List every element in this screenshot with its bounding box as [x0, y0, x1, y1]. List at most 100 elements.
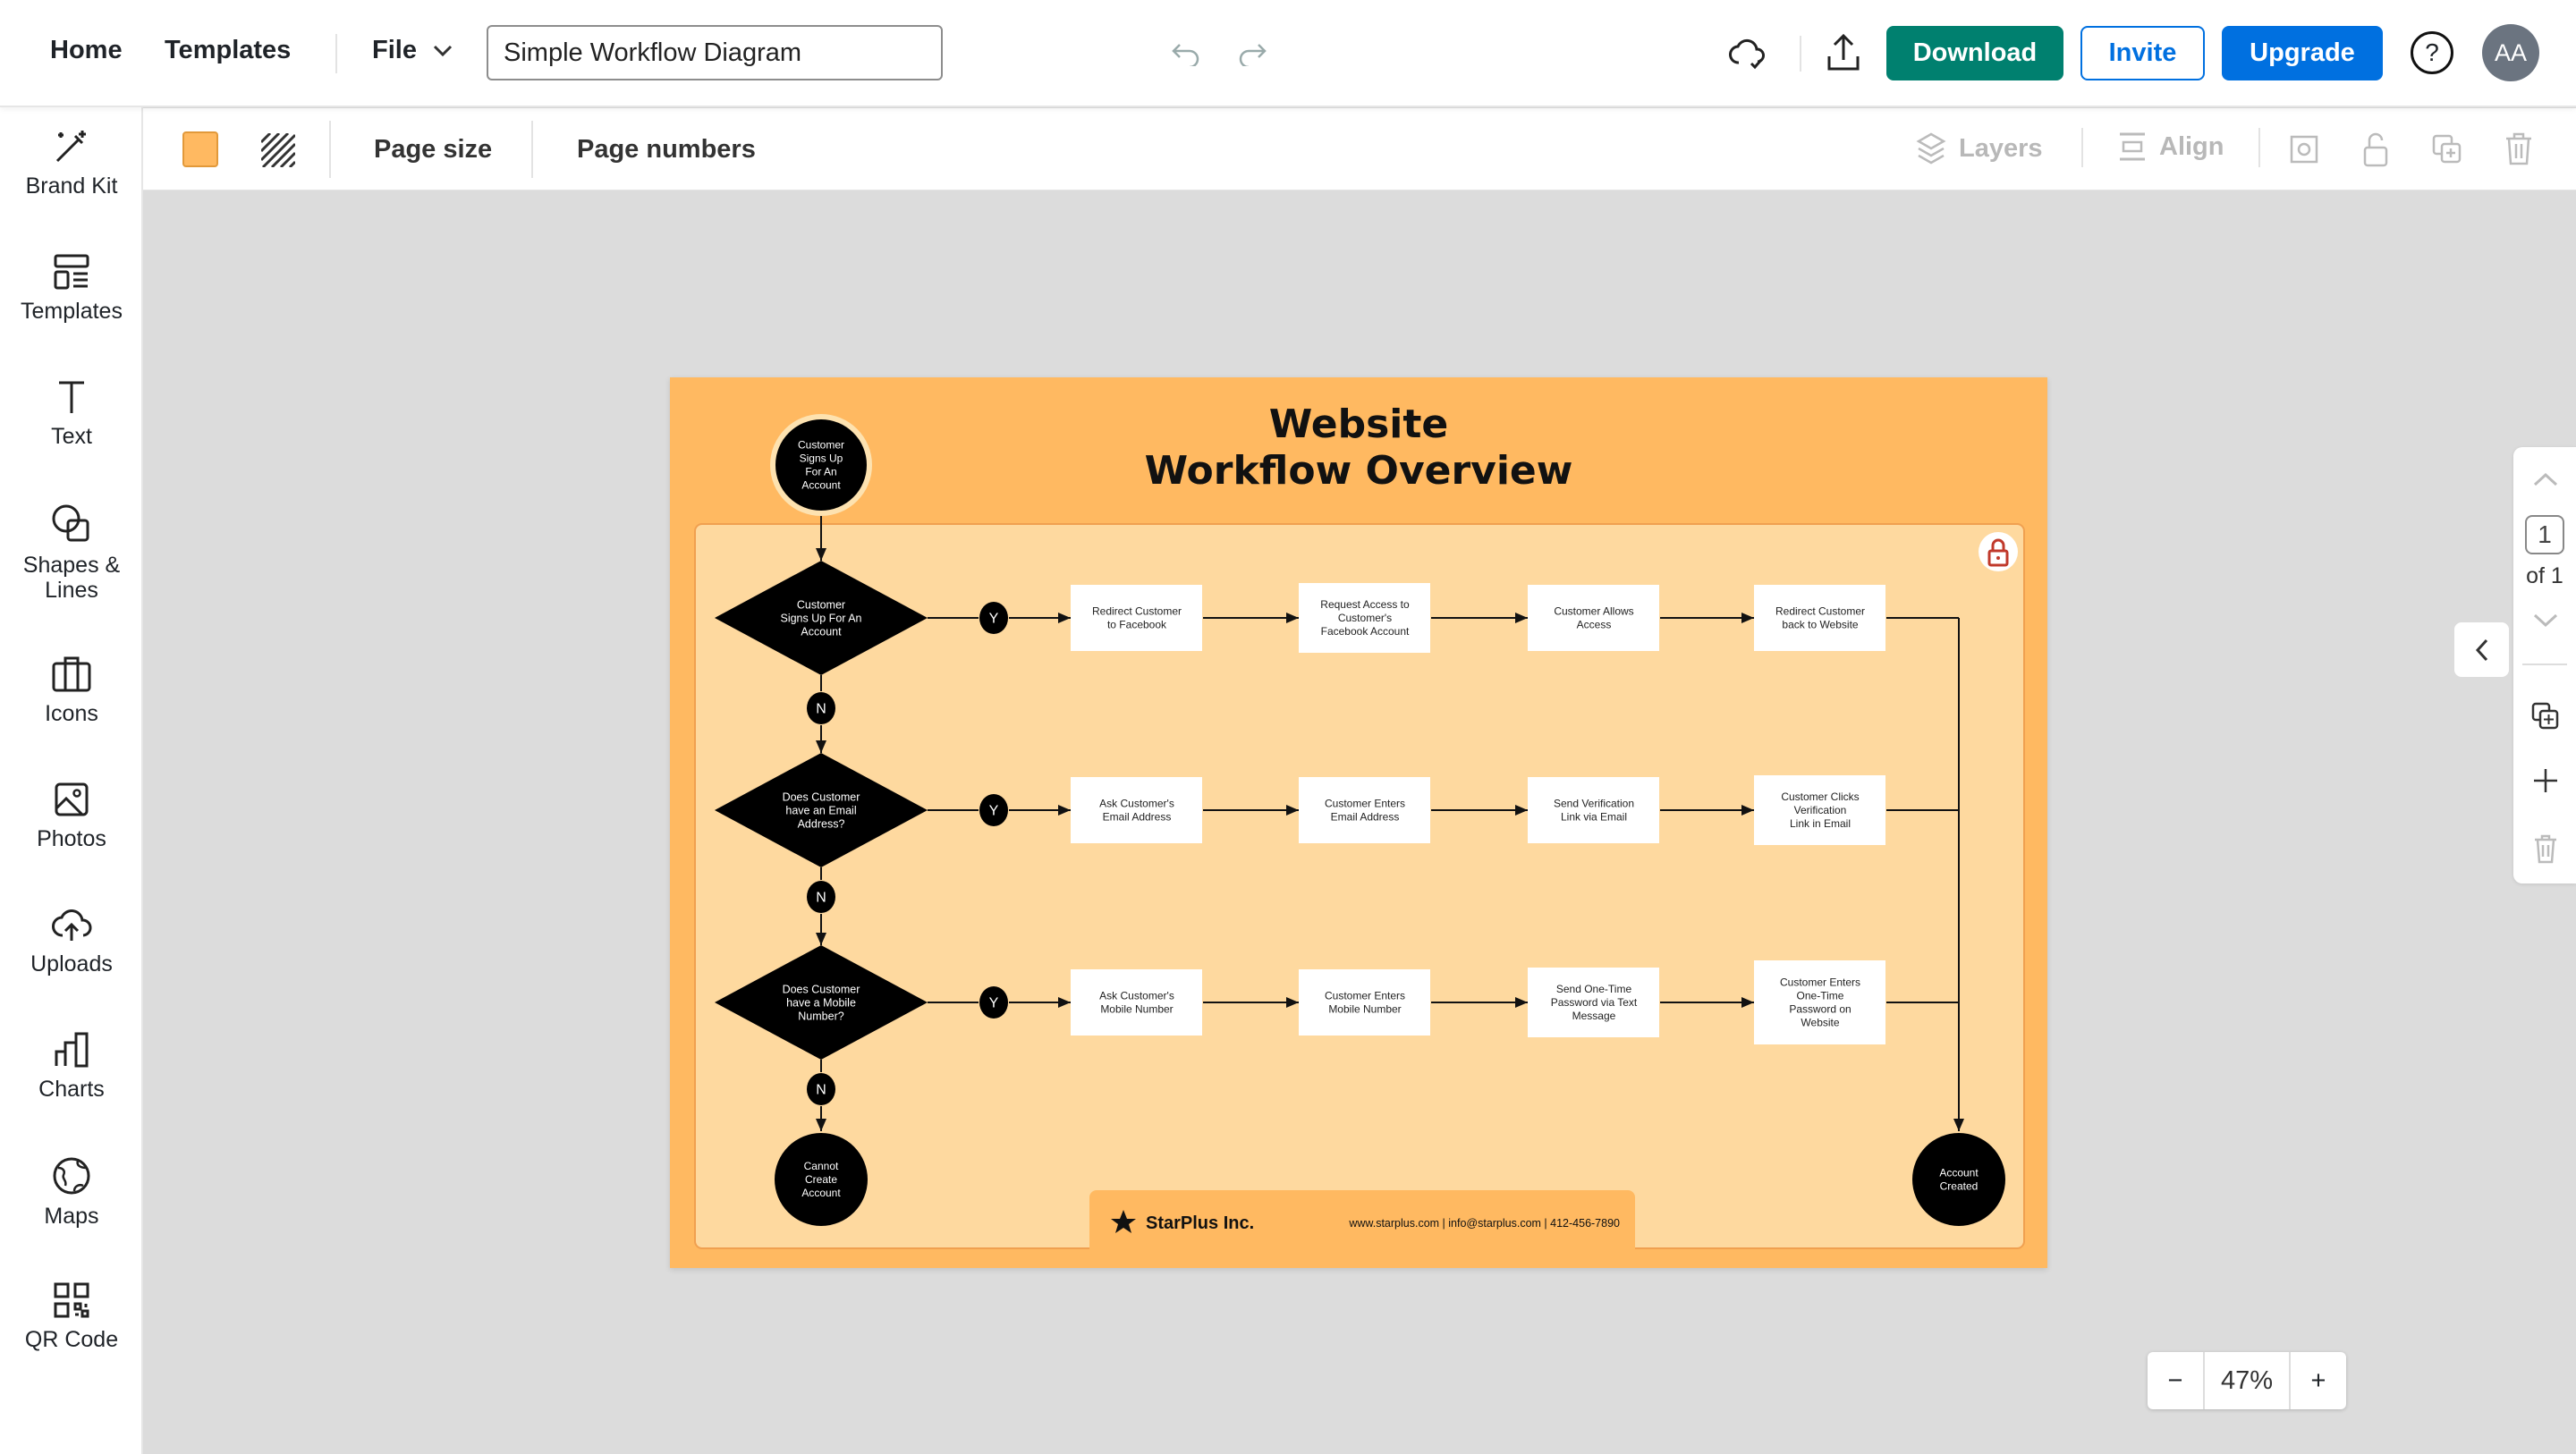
page-count: of 1: [2526, 563, 2563, 588]
templates-icon: [54, 254, 89, 290]
add-page-icon[interactable]: [2532, 767, 2559, 794]
page-size-button[interactable]: Page size: [374, 135, 492, 165]
design-page[interactable]: Website Workflow Overview Customer Signs …: [670, 377, 2047, 1268]
left-sidebar: Brand Kit Templates Text Shapes & Lines …: [0, 107, 143, 1454]
duplicate-icon[interactable]: [2431, 133, 2463, 165]
end-node-fail-label: Cannot Create Account: [801, 1160, 841, 1199]
group-icon[interactable]: [2288, 133, 2320, 165]
page-navigator: 1 of 1: [2513, 447, 2576, 883]
lock-icon[interactable]: [1979, 532, 2018, 571]
sidebar-item-label: Brand Kit: [25, 173, 118, 199]
sidebar-item-icons[interactable]: Icons: [0, 655, 143, 726]
no-label: N: [816, 702, 826, 717]
unlock-icon[interactable]: [2362, 131, 2389, 167]
chevron-down-icon[interactable]: [2533, 613, 2558, 628]
redo-icon[interactable]: [1234, 38, 1270, 70]
sidebar-item-photos[interactable]: Photos: [0, 780, 143, 851]
footer-company: StarPlus Inc.: [1146, 1213, 1254, 1233]
sidebar-item-label: QR Code: [24, 1327, 119, 1352]
page-number-input[interactable]: 1: [2525, 515, 2564, 554]
sidebar-item-qr-code[interactable]: QR Code: [0, 1281, 143, 1352]
divider: [531, 121, 533, 178]
zoom-in-button[interactable]: +: [2289, 1352, 2346, 1409]
layers-button[interactable]: Layers: [1916, 131, 2043, 165]
chevron-down-icon: [433, 45, 453, 56]
chevron-left-icon: [2475, 638, 2487, 661]
sidebar-item-label: Icons: [45, 701, 98, 726]
file-menu[interactable]: File: [372, 36, 453, 65]
process-step-label: Ask Customer's Mobile Number: [1099, 990, 1174, 1016]
zoom-control: − 47% +: [2148, 1352, 2346, 1409]
layers-label: Layers: [1959, 133, 2043, 163]
delete-page-icon[interactable]: [2533, 833, 2558, 864]
bar-chart-icon: [55, 1032, 89, 1068]
zoom-level[interactable]: 47%: [2205, 1366, 2289, 1396]
yes-label: Y: [989, 612, 999, 627]
context-toolbar: Page size Page numbers Layers Align: [143, 108, 2576, 190]
globe-icon: [53, 1157, 90, 1195]
download-button[interactable]: Download: [1886, 26, 2063, 80]
qr-code-icon: [54, 1282, 89, 1318]
sidebar-item-label: Photos: [37, 826, 106, 851]
help-icon[interactable]: ?: [2411, 31, 2453, 74]
top-bar: Home Templates File Simple Workflow Diag…: [0, 0, 2576, 107]
divider: [2258, 128, 2260, 167]
document-title-input[interactable]: Simple Workflow Diagram: [487, 25, 943, 80]
nav-home[interactable]: Home: [50, 36, 123, 65]
duplicate-page-icon[interactable]: [2531, 702, 2560, 731]
avatar[interactable]: AA: [2482, 24, 2539, 81]
process-step-label: Customer Enters Mobile Number: [1325, 990, 1405, 1016]
shapes-icon: [52, 504, 89, 542]
photo-icon: [55, 782, 89, 816]
magic-wand-icon: [55, 131, 86, 163]
text-icon: [59, 381, 84, 413]
footer-contact: www.starplus.com | info@starplus.com | 4…: [1348, 1217, 1620, 1230]
sidebar-item-label: Maps: [44, 1204, 99, 1229]
divider: [2522, 664, 2567, 665]
upgrade-button[interactable]: Upgrade: [2222, 26, 2383, 80]
nav-templates[interactable]: Templates: [165, 36, 291, 65]
divider: [329, 121, 331, 178]
layers-icon: [1916, 132, 1946, 165]
process-step-label: Customer Enters Email Address: [1325, 798, 1405, 824]
undo-icon[interactable]: [1168, 38, 1204, 70]
trash-icon[interactable]: [2504, 131, 2533, 165]
sidebar-item-label: Templates: [21, 299, 123, 324]
no-label: N: [816, 891, 826, 906]
align-button[interactable]: Align: [2118, 131, 2224, 162]
divider: [1800, 36, 1801, 72]
divider: [335, 34, 337, 73]
chevron-up-icon[interactable]: [2533, 472, 2558, 486]
share-upload-icon[interactable]: [1823, 32, 1864, 73]
sidebar-item-templates[interactable]: Templates: [0, 252, 143, 324]
sidebar-item-label: Text: [51, 424, 92, 449]
sidebar-item-maps[interactable]: Maps: [0, 1155, 143, 1229]
yes-label: Y: [989, 996, 999, 1011]
sidebar-item-uploads[interactable]: Uploads: [0, 905, 143, 976]
sidebar-item-label: Charts: [38, 1077, 105, 1102]
collapse-panel-button[interactable]: [2454, 622, 2509, 677]
align-label: Align: [2159, 131, 2224, 161]
process-step-label: Send Verification Link via Email: [1554, 798, 1634, 824]
background-color-swatch[interactable]: [182, 131, 218, 167]
sidebar-item-text[interactable]: Text: [0, 377, 143, 449]
yes-label: Y: [989, 804, 999, 819]
process-step-label: Ask Customer's Email Address: [1099, 798, 1174, 824]
sidebar-item-shapes-lines[interactable]: Shapes & Lines: [0, 503, 143, 603]
briefcase-icon: [52, 656, 91, 692]
diagram-title-line-2: Workflow Overview: [1145, 448, 1573, 494]
sidebar-item-label: Shapes & Lines: [22, 553, 121, 603]
workflow-diagram: Website Workflow Overview Customer Signs …: [694, 402, 2025, 1268]
sidebar-item-charts[interactable]: Charts: [0, 1030, 143, 1102]
cloud-saved-icon[interactable]: [1726, 34, 1769, 73]
sidebar-item-label: Uploads: [30, 951, 113, 976]
page-numbers-button[interactable]: Page numbers: [577, 135, 756, 165]
zoom-out-button[interactable]: −: [2148, 1352, 2205, 1409]
no-label: N: [816, 1083, 826, 1098]
file-menu-label: File: [372, 36, 417, 64]
sidebar-item-brand-kit[interactable]: Brand Kit: [0, 127, 143, 199]
diagram-title-line-1: Website: [1269, 402, 1448, 447]
pattern-hatch-icon[interactable]: [261, 133, 295, 167]
invite-button[interactable]: Invite: [2080, 26, 2205, 80]
divider: [2081, 128, 2083, 167]
